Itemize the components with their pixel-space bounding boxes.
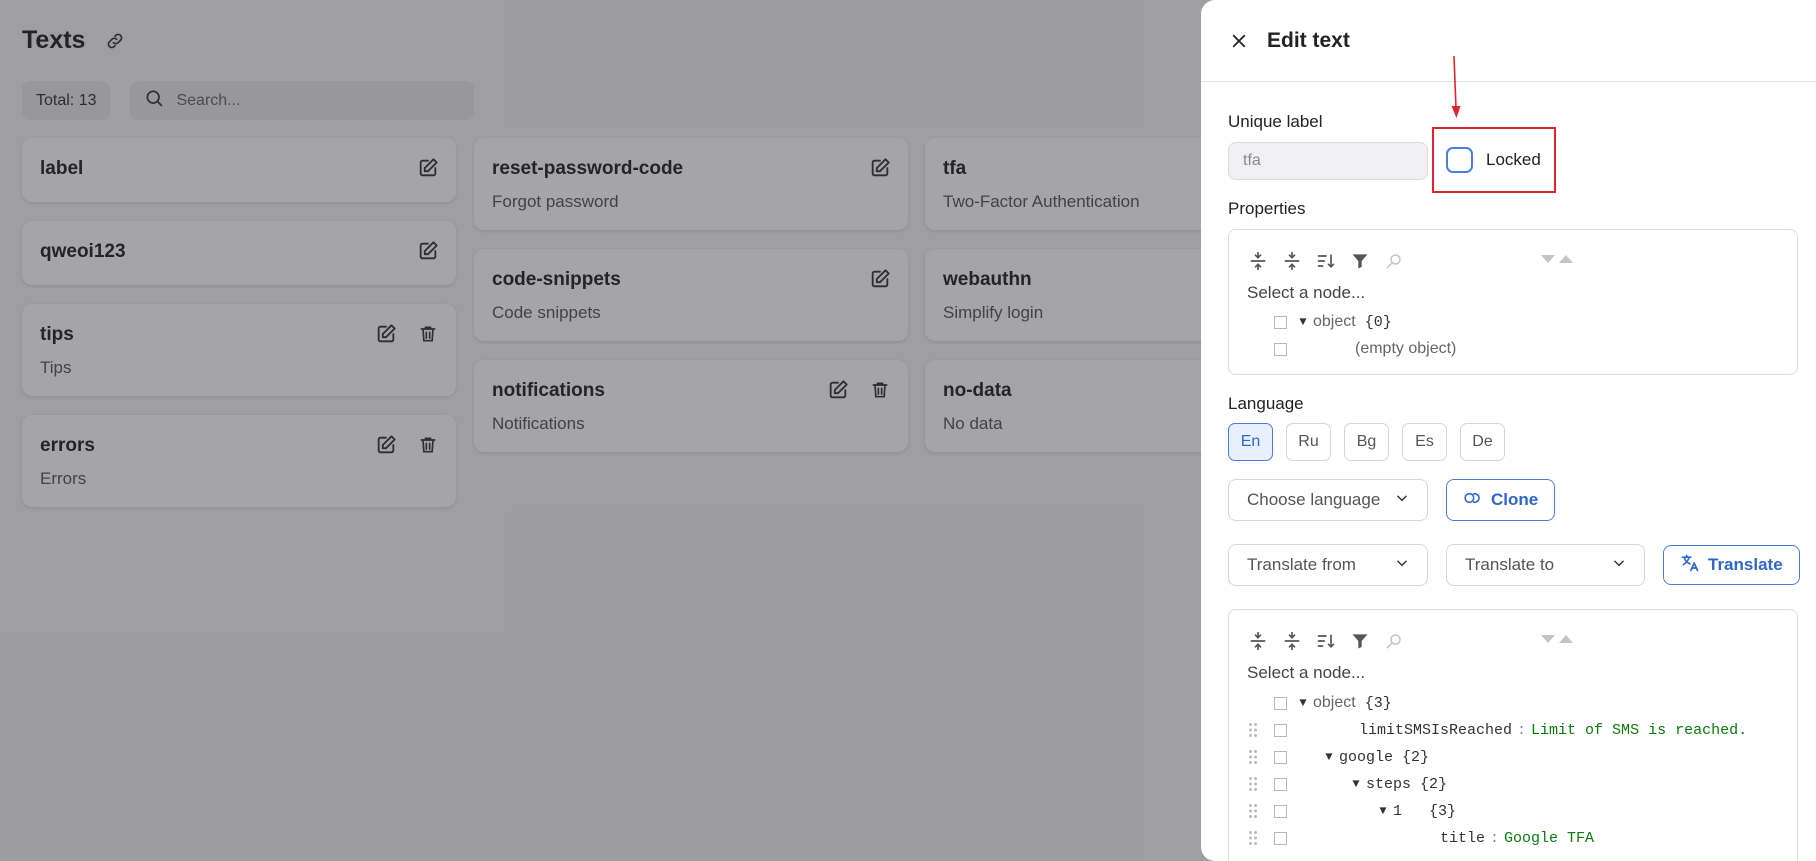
chevron-down-icon [1395,490,1409,510]
filter-icon[interactable] [1349,630,1371,652]
clone-label: Clone [1491,490,1539,509]
unique-label-input[interactable] [1228,142,1428,180]
json-key: google [1339,748,1394,766]
drag-handle-icon[interactable] [1247,748,1259,766]
clone-button[interactable]: Clone [1446,479,1556,521]
sort-icon[interactable] [1315,250,1337,272]
select-node-hint: Select a node... [1247,663,1366,682]
search-icon[interactable] [1383,250,1405,272]
drawer-title: Edit text [1267,28,1350,52]
translate-button[interactable]: Translate [1663,545,1800,585]
json-tree-row[interactable]: title: Google TFA [1247,826,1594,850]
language-tab-bg[interactable]: Bg [1344,423,1389,461]
language-tab-en[interactable]: En [1228,423,1273,461]
json-tree-row[interactable]: ▼ google {2} [1247,745,1429,769]
undo-redo-arrows[interactable] [1539,632,1575,646]
sort-icon[interactable] [1315,630,1337,652]
content-json-editor[interactable]: Select a node... ▼ object {3} limitSMSIs… [1228,609,1798,861]
language-tab-ru[interactable]: Ru [1286,423,1331,461]
collapse-all-icon[interactable] [1281,250,1303,272]
chevron-down-icon [1395,555,1409,575]
undo-redo-arrows[interactable] [1539,252,1575,266]
language-tab-de[interactable]: De [1460,423,1505,461]
json-count: {2} [1402,748,1430,766]
filter-icon[interactable] [1349,250,1371,272]
expand-triangle-icon[interactable]: ▼ [1373,804,1393,818]
json-toolbar [1247,250,1405,272]
json-key: title [1440,829,1486,847]
json-key: object [1313,694,1356,711]
json-tree-row[interactable]: ▼ object {3} [1247,691,1392,715]
drag-handle-icon[interactable] [1247,829,1259,847]
unique-label-heading: Unique label [1228,112,1323,131]
json-tree-row[interactable]: ▼ steps {2} [1247,772,1447,796]
json-tree-row: (empty object) [1247,337,1456,361]
drag-handle-icon[interactable] [1247,775,1259,793]
json-value[interactable]: Limit of SMS is reached. [1531,722,1747,739]
json-count: {3} [1429,802,1457,820]
dropdown-value: Translate from [1247,555,1356,574]
json-tree-row[interactable]: ▼ 1 {3} [1247,799,1456,823]
properties-json-editor[interactable]: Select a node... ▼ object {0} (empty obj… [1228,229,1798,375]
chevron-down-icon [1612,555,1626,575]
json-count: {2} [1420,775,1448,793]
empty-object-text: (empty object) [1355,340,1457,357]
translate-to-select[interactable]: Translate to [1446,544,1645,586]
language-heading: Language [1228,394,1304,413]
properties-heading: Properties [1228,199,1306,218]
expand-triangle-icon[interactable]: ▼ [1346,777,1366,791]
drag-handle-icon[interactable] [1247,721,1259,739]
expand-triangle-icon[interactable]: ▼ [1293,696,1313,710]
json-tree-row[interactable]: ▼ object {0} [1247,310,1392,334]
json-key: 1 [1393,802,1403,820]
drawer-header: Edit text [1201,0,1816,82]
close-icon[interactable] [1227,29,1251,53]
json-count: {3} [1364,694,1392,712]
select-node-hint: Select a node... [1247,283,1366,302]
json-toolbar [1247,630,1405,652]
translate-icon [1680,553,1700,578]
choose-language-select[interactable]: Choose language [1228,479,1428,521]
json-key: object [1313,313,1356,330]
locked-checkbox[interactable] [1446,147,1473,173]
expand-triangle-icon[interactable]: ▼ [1293,315,1313,329]
drag-handle-icon[interactable] [1247,802,1259,820]
edit-text-drawer: Edit text Unique label Locked Properties… [1201,0,1816,861]
dropdown-value: Choose language [1247,490,1381,509]
locked-label: Locked [1486,150,1541,169]
dropdown-value: Translate to [1465,555,1555,574]
expand-all-icon[interactable] [1247,630,1269,652]
clone-icon [1463,490,1483,511]
json-tree-row[interactable]: limitSMSIsReached: Limit of SMS is reache… [1247,718,1747,742]
json-count: {0} [1364,313,1392,331]
language-tab-es[interactable]: Es [1402,423,1447,461]
search-icon[interactable] [1383,630,1405,652]
collapse-all-icon[interactable] [1281,630,1303,652]
expand-all-icon[interactable] [1247,250,1269,272]
json-value[interactable]: Google TFA [1504,830,1594,847]
language-tabs: En Ru Bg Es De [1228,423,1505,461]
translate-from-select[interactable]: Translate from [1228,544,1428,586]
json-key: limitSMSIsReached [1359,721,1513,739]
translate-label: Translate [1708,555,1783,574]
expand-triangle-icon[interactable]: ▼ [1319,750,1339,764]
json-key: steps [1366,775,1412,793]
